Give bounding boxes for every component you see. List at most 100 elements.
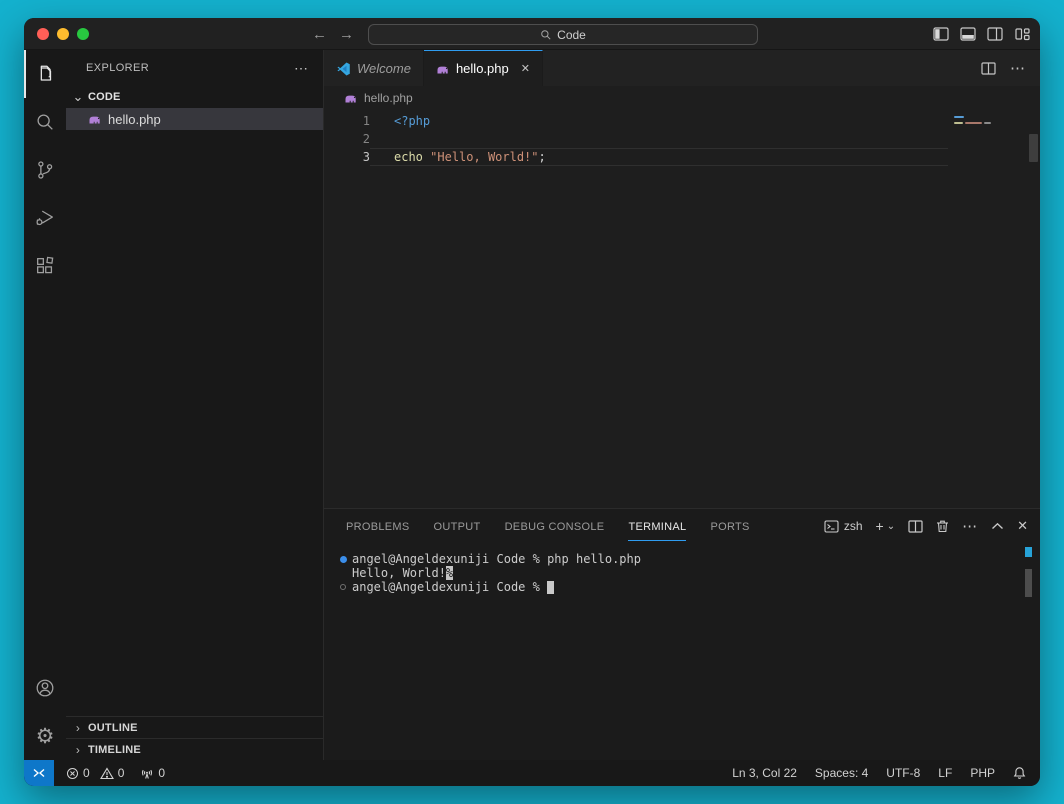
code-token: "Hello, World!": [430, 150, 538, 164]
explorer-icon[interactable]: [24, 50, 66, 98]
code-editor[interactable]: 1 <?php 2 3 echo "Hello, World!";: [324, 110, 1040, 508]
terminal-line: angel@Angeldexuniji Code % php hello.php: [334, 552, 1040, 566]
terminal-shell-selector[interactable]: zsh: [824, 519, 863, 533]
panel-tab-terminal[interactable]: TERMINAL: [628, 512, 686, 541]
command-success-dot: [340, 556, 347, 563]
editor-more-actions-icon[interactable]: ⋯: [1010, 59, 1026, 77]
panel-tab-debug-console[interactable]: DEBUG CONSOLE: [505, 512, 605, 541]
plus-icon: +: [876, 518, 884, 534]
remote-indicator[interactable]: [24, 760, 54, 786]
chevron-right-icon: ›: [72, 743, 84, 757]
timeline-section-label: TIMELINE: [88, 744, 141, 756]
indentation-status[interactable]: Spaces: 4: [815, 766, 868, 780]
line-number: 2: [324, 130, 370, 148]
minimap[interactable]: [954, 116, 1024, 128]
code-line-1: 1 <?php: [324, 112, 1040, 130]
kill-terminal-trash-icon[interactable]: [936, 519, 949, 533]
code-line-3: 3 echo "Hello, World!";: [324, 148, 1040, 166]
remote-icon: [32, 766, 46, 780]
terminal-line: Hello, World!%: [334, 566, 1040, 580]
line-number: 3: [324, 148, 370, 166]
window-controls: [24, 28, 89, 40]
command-center-search[interactable]: Code: [368, 24, 758, 45]
tab-hello-php-label: hello.php: [456, 61, 509, 76]
explorer-sidebar: EXPLORER ⋯ ⌄ CODE hello.php › OUTLINE ›: [66, 50, 324, 760]
forward-arrow-icon[interactable]: →: [339, 26, 354, 43]
toggle-primary-sidebar-icon[interactable]: [933, 26, 949, 42]
customize-layout-icon[interactable]: [1014, 26, 1030, 42]
php-file-icon: [436, 63, 450, 75]
back-arrow-icon[interactable]: ←: [312, 26, 327, 43]
panel-tab-problems[interactable]: PROBLEMS: [346, 512, 410, 541]
terminal-overview-decoration: [1025, 547, 1032, 557]
editor-tab-bar: Welcome hello.php ✕ ⋯: [324, 50, 1040, 86]
code-token: <?php: [394, 114, 430, 128]
close-window-button[interactable]: [37, 28, 49, 40]
terminal-text: angel@Angeldexuniji Code % php hello.php: [352, 552, 641, 566]
search-view-icon[interactable]: [24, 98, 66, 146]
timeline-section-header[interactable]: › TIMELINE: [66, 738, 323, 760]
terminal-output[interactable]: angel@Angeldexuniji Code % php hello.php…: [324, 543, 1040, 760]
status-bar: 0 0 0 Ln 3, Col 22 Spaces: 4 UT: [24, 760, 1040, 786]
ports-radio-tower-icon: [140, 767, 154, 780]
new-terminal-button[interactable]: + ⌄: [876, 518, 896, 534]
terminal-line: angel@Angeldexuniji Code %: [334, 580, 1040, 594]
outline-section-header[interactable]: › OUTLINE: [66, 716, 323, 738]
breadcrumb[interactable]: hello.php: [324, 86, 1040, 110]
tab-welcome[interactable]: Welcome: [324, 50, 424, 86]
split-editor-icon[interactable]: [981, 62, 996, 75]
no-newline-marker: %: [446, 566, 453, 580]
outline-section-label: OUTLINE: [88, 722, 138, 734]
settings-gear-icon[interactable]: ⚙: [24, 712, 66, 760]
workspace-folder-row[interactable]: ⌄ CODE: [66, 86, 323, 108]
sidebar-title: EXPLORER: [86, 62, 149, 74]
warnings-icon: [100, 767, 114, 780]
language-mode-status[interactable]: PHP: [970, 766, 995, 780]
command-center-label: Code: [557, 28, 586, 42]
encoding-status[interactable]: UTF-8: [886, 766, 920, 780]
zoom-window-button[interactable]: [77, 28, 89, 40]
toggle-secondary-sidebar-icon[interactable]: [987, 26, 1003, 42]
chevron-down-icon: ⌄: [72, 89, 84, 105]
bottom-panel: PROBLEMS OUTPUT DEBUG CONSOLE TERMINAL P…: [324, 508, 1040, 760]
explorer-more-actions-icon[interactable]: ⋯: [294, 60, 309, 77]
panel-tab-ports[interactable]: PORTS: [710, 512, 749, 541]
source-control-icon[interactable]: [24, 146, 66, 194]
terminal-text: Hello, World!: [352, 566, 446, 580]
workspace-folder-label: CODE: [88, 91, 121, 103]
activity-bar: ⚙: [24, 50, 66, 760]
ports-count: 0: [158, 766, 165, 780]
close-panel-icon[interactable]: ✕: [1017, 518, 1028, 534]
file-name-label: hello.php: [108, 112, 161, 127]
errors-icon: [66, 767, 79, 780]
file-row-hello-php[interactable]: hello.php: [66, 108, 323, 130]
extensions-icon[interactable]: [24, 242, 66, 290]
accounts-icon[interactable]: [24, 664, 66, 712]
code-line-2: 2: [324, 130, 1040, 148]
line-number: 1: [324, 112, 370, 130]
vscode-logo-icon: [336, 61, 351, 76]
php-file-icon: [344, 92, 358, 104]
notifications-bell-icon[interactable]: [1013, 766, 1026, 780]
toggle-panel-icon[interactable]: [960, 26, 976, 42]
cursor-position-status[interactable]: Ln 3, Col 22: [732, 766, 797, 780]
terminal-scrollbar[interactable]: [1025, 569, 1032, 597]
terminal-text: angel@Angeldexuniji Code %: [352, 580, 547, 594]
breadcrumb-file-label: hello.php: [364, 91, 413, 105]
run-and-debug-icon[interactable]: [24, 194, 66, 242]
minimize-window-button[interactable]: [57, 28, 69, 40]
tab-hello-php[interactable]: hello.php ✕: [424, 50, 543, 86]
ports-status[interactable]: 0: [140, 766, 165, 780]
terminal-cursor: [547, 581, 554, 594]
split-terminal-icon[interactable]: [908, 520, 923, 533]
problems-status[interactable]: 0 0: [66, 766, 124, 780]
eol-status[interactable]: LF: [938, 766, 952, 780]
panel-more-actions-icon[interactable]: ⋯: [962, 517, 978, 535]
editor-scrollbar[interactable]: [1029, 134, 1038, 162]
pending-command-dot: [340, 584, 346, 590]
code-token: echo: [394, 150, 423, 164]
maximize-panel-icon[interactable]: [991, 522, 1004, 530]
close-tab-icon[interactable]: ✕: [521, 62, 530, 75]
errors-count: 0: [83, 766, 90, 780]
panel-tab-output[interactable]: OUTPUT: [434, 512, 481, 541]
